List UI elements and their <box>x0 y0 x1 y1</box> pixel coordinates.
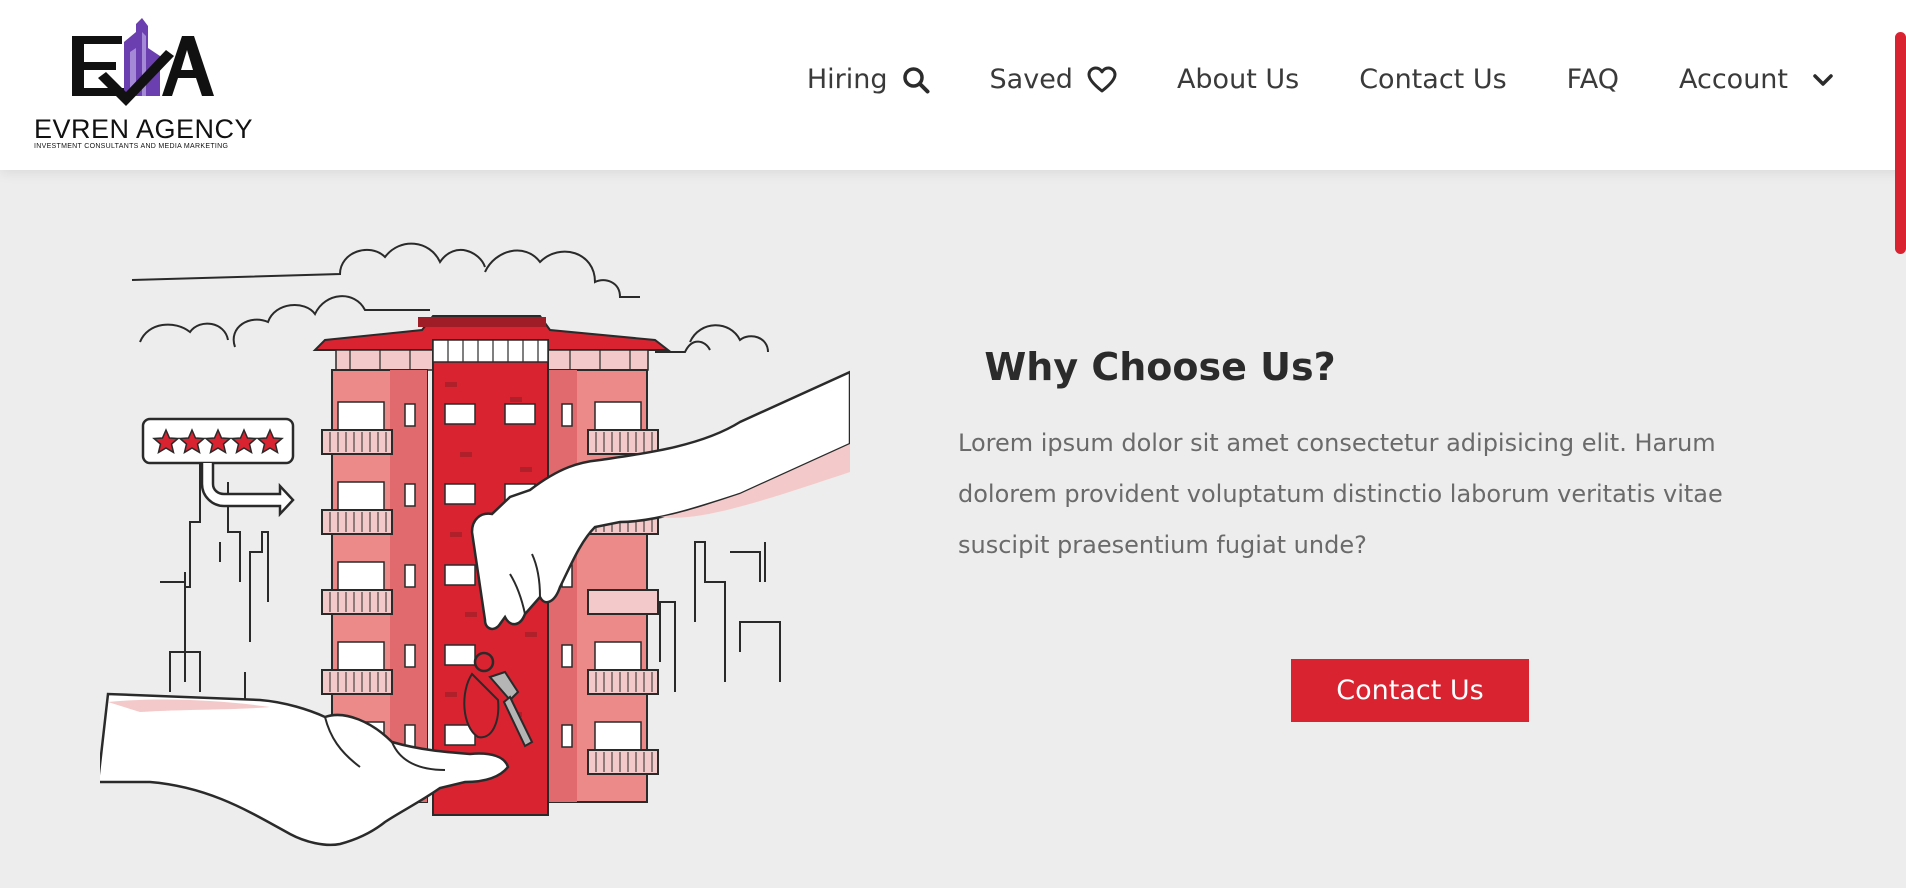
main-nav: Hiring Saved About Us Contact Us FAQ Acc… <box>807 64 1834 95</box>
brand-logo[interactable]: EVREN AGENCY INVESTMENT CONSULTANTS AND … <box>32 18 264 153</box>
nav-about-label: About Us <box>1176 64 1300 95</box>
real-estate-illustration <box>100 242 850 847</box>
nav-faq[interactable]: FAQ <box>1567 64 1619 95</box>
nav-saved-label: Saved <box>989 64 1073 95</box>
heart-icon <box>1087 66 1117 94</box>
section-description: Lorem ipsum dolor sit amet consectetur a… <box>958 429 1723 559</box>
nav-hiring-label: Hiring <box>806 64 888 95</box>
nav-account-label: Account <box>1678 64 1788 95</box>
nav-contact-us[interactable]: Contact Us <box>1359 64 1506 95</box>
nav-contact-label: Contact Us <box>1359 64 1507 95</box>
nav-account[interactable]: Account <box>1679 64 1834 95</box>
brand-name: EVREN AGENCY <box>34 114 254 144</box>
chevron-down-icon <box>1812 73 1834 87</box>
top-navbar: EVREN AGENCY INVESTMENT CONSULTANTS AND … <box>0 0 1906 170</box>
search-icon <box>902 66 930 94</box>
contact-us-button[interactable]: Contact Us <box>1291 659 1529 722</box>
brand-tagline: INVESTMENT CONSULTANTS AND MEDIA MARKETI… <box>34 143 229 150</box>
section-title: Why Choose Us? <box>984 345 1336 389</box>
nav-faq-label: FAQ <box>1566 64 1619 95</box>
nav-saved[interactable]: Saved <box>990 64 1117 95</box>
scrollbar-thumb[interactable] <box>1895 32 1906 254</box>
nav-hiring[interactable]: Hiring <box>807 64 930 95</box>
logo-mark <box>72 18 214 106</box>
nav-about-us[interactable]: About Us <box>1177 64 1299 95</box>
